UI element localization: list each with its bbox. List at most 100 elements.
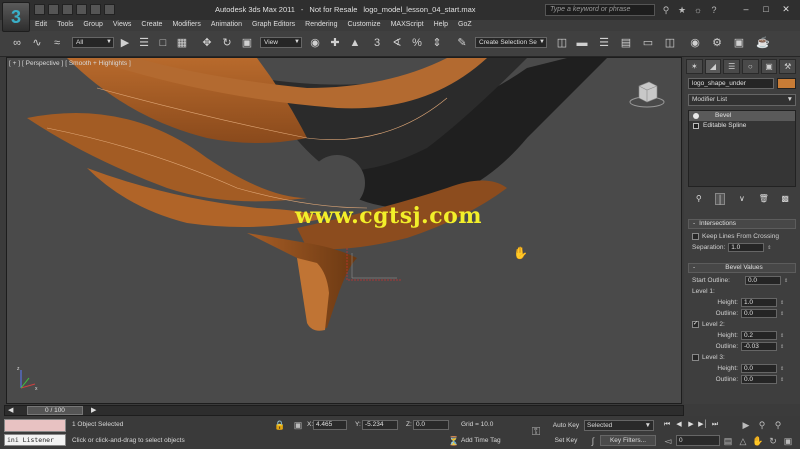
make-unique-icon[interactable]: ∨ bbox=[737, 193, 747, 205]
scale-icon[interactable]: ▣ bbox=[240, 36, 254, 50]
menu-item-graph-editors[interactable]: Graph Editors bbox=[252, 21, 295, 28]
object-name-field[interactable]: logo_shape_under bbox=[688, 78, 774, 89]
unlink-selection-icon[interactable]: ∿ bbox=[30, 36, 44, 50]
spinner-snap-icon[interactable]: ⇕ bbox=[430, 36, 444, 50]
spinner-icon[interactable]: ⇕ bbox=[780, 333, 784, 339]
remove-modifier-icon[interactable]: 🗑 bbox=[759, 193, 769, 205]
intersections-rollout-header[interactable]: - Intersections bbox=[688, 219, 796, 229]
subscription-icon[interactable]: ★ bbox=[676, 4, 688, 16]
viewport-shading-menu[interactable]: [ Smooth + Highlights ] bbox=[65, 60, 131, 67]
reference-coordinate-dropdown[interactable]: View ▼ bbox=[260, 37, 302, 48]
material-editor-icon[interactable]: ◉ bbox=[688, 36, 702, 50]
tab-modify-icon[interactable]: ◢ bbox=[704, 59, 722, 74]
mirror-icon[interactable]: ◫ bbox=[555, 36, 569, 50]
keyboard-shortcut-override-icon[interactable]: ▲ bbox=[348, 36, 362, 50]
minimize-icon[interactable]: – bbox=[737, 3, 755, 16]
schematic-view-icon[interactable]: ◫ bbox=[663, 36, 677, 50]
spinner-icon[interactable]: ⇕ bbox=[780, 366, 784, 372]
tab-motion-icon[interactable]: ○ bbox=[742, 59, 759, 74]
previous-frame-icon[interactable]: ◀ bbox=[674, 419, 684, 430]
key-mode-dropdown[interactable]: Selected ▼ bbox=[584, 420, 654, 431]
new-file-icon[interactable] bbox=[34, 4, 45, 15]
show-end-result-icon[interactable]: │ bbox=[715, 193, 726, 205]
spinner-icon[interactable]: ⇕ bbox=[780, 344, 784, 350]
tab-utilities-icon[interactable]: ⚒ bbox=[779, 59, 797, 74]
open-file-icon[interactable] bbox=[48, 4, 59, 15]
level1-height-field[interactable]: 1.0 bbox=[741, 298, 777, 307]
viewcube-icon[interactable] bbox=[627, 78, 667, 110]
absolute-mode-icon[interactable]: ▣ bbox=[292, 419, 304, 431]
search-input[interactable]: Type a keyword or phrase bbox=[545, 4, 655, 16]
menu-item-create[interactable]: Create bbox=[141, 21, 162, 28]
maximize-viewport-icon[interactable]: ▣ bbox=[782, 435, 794, 447]
select-object-icon[interactable]: ▶ bbox=[118, 36, 132, 50]
menu-item-views[interactable]: Views bbox=[113, 21, 132, 28]
undo-icon[interactable] bbox=[76, 4, 87, 15]
key-filters-icon[interactable]: ∫ bbox=[587, 435, 599, 447]
field-of-view-icon[interactable]: △ bbox=[737, 435, 749, 447]
help-icon[interactable]: ? bbox=[708, 4, 720, 16]
time-slider[interactable]: 0 / 100 bbox=[27, 406, 83, 415]
configure-modifier-sets-icon[interactable]: ▩ bbox=[780, 193, 790, 205]
y-coordinate-field[interactable]: -5.234 bbox=[362, 420, 398, 430]
tab-display-icon[interactable]: ▣ bbox=[760, 59, 778, 74]
pan-view-icon[interactable]: ✋ bbox=[752, 435, 764, 447]
stack-item-bevel[interactable]: Bevel bbox=[689, 111, 795, 121]
separation-field[interactable]: 1.0 bbox=[728, 243, 765, 252]
menu-item-animation[interactable]: Animation bbox=[211, 21, 242, 28]
key-mode-toggle-icon[interactable]: ▶ bbox=[740, 419, 752, 431]
render-production-icon[interactable]: ☕ bbox=[756, 36, 770, 50]
stack-item-editable-spline[interactable]: Editable Spline bbox=[689, 121, 795, 131]
select-manipulate-icon[interactable]: ✚ bbox=[328, 36, 342, 50]
perspective-viewport[interactable]: [ + ][ Perspective ][ Smooth + Highlight… bbox=[6, 57, 682, 404]
expand-box-icon[interactable] bbox=[693, 123, 699, 129]
add-time-tag-button[interactable]: Add Time Tag bbox=[461, 437, 501, 444]
level2-checkbox[interactable]: ✓ bbox=[692, 321, 699, 328]
level3-height-field[interactable]: 0.0 bbox=[741, 364, 777, 373]
menu-item-tools[interactable]: Tools bbox=[57, 21, 73, 28]
align-icon[interactable]: ▬ bbox=[575, 36, 589, 50]
next-frame-icon[interactable]: ▶│ bbox=[698, 419, 708, 430]
maxscript-mini-listener[interactable] bbox=[4, 419, 66, 432]
menu-item-group[interactable]: Group bbox=[83, 21, 102, 28]
viewport-label-menu[interactable]: [ + ][ Perspective ][ Smooth + Highlight… bbox=[9, 60, 133, 67]
select-and-link-icon[interactable]: ∞ bbox=[10, 36, 24, 50]
spinner-icon[interactable]: ⇕ bbox=[784, 278, 788, 284]
keep-lines-checkbox[interactable] bbox=[692, 233, 699, 240]
spinner-icon[interactable]: ⇕ bbox=[780, 300, 784, 306]
menu-item-edit[interactable]: Edit bbox=[35, 21, 47, 28]
set-key-button[interactable]: Set Key bbox=[552, 435, 580, 446]
time-slider-track[interactable]: ◀ 0 / 100 ▶ bbox=[4, 405, 684, 416]
z-coordinate-field[interactable]: 0.0 bbox=[413, 420, 449, 430]
search-icon[interactable]: ⚲ bbox=[660, 4, 672, 16]
default-key-icon[interactable]: ⚿ bbox=[530, 426, 542, 438]
key-mode-icon[interactable]: ◅ bbox=[662, 435, 674, 447]
level3-outline-field[interactable]: 0.0 bbox=[741, 375, 777, 384]
time-configuration-icon[interactable]: ▤ bbox=[722, 435, 734, 447]
menu-item-rendering[interactable]: Rendering bbox=[305, 21, 337, 28]
modifier-list-dropdown[interactable]: Modifier List ▼ bbox=[688, 94, 796, 106]
angle-snap-icon[interactable]: ∢ bbox=[390, 36, 404, 50]
move-icon[interactable]: ✥ bbox=[200, 36, 214, 50]
redo-icon[interactable] bbox=[90, 4, 101, 15]
named-selection-dropdown[interactable]: Create Selection Se ▼ bbox=[475, 37, 547, 48]
go-to-end-icon[interactable]: ⏭ bbox=[710, 419, 720, 430]
project-folder-icon[interactable] bbox=[104, 4, 115, 15]
level2-height-field[interactable]: 0.2 bbox=[741, 331, 777, 340]
app-menu-logo-icon[interactable]: 3 bbox=[2, 2, 30, 32]
pin-stack-icon[interactable]: ⚲ bbox=[694, 193, 704, 205]
menu-item-goz[interactable]: GoZ bbox=[458, 21, 472, 28]
select-by-name-icon[interactable]: ☰ bbox=[137, 36, 151, 50]
key-filters-button[interactable]: Key Filters... bbox=[600, 435, 656, 446]
maxscript-listener-input[interactable]: ini Listener bbox=[4, 434, 66, 446]
object-color-swatch[interactable] bbox=[777, 78, 796, 89]
level2-outline-field[interactable]: -0.03 bbox=[741, 342, 777, 351]
spinner-icon[interactable]: ⇕ bbox=[767, 245, 771, 251]
render-setup-icon[interactable]: ⚙ bbox=[710, 36, 724, 50]
current-frame-field[interactable]: 0 bbox=[676, 435, 720, 446]
rotate-icon[interactable]: ↻ bbox=[220, 36, 234, 50]
selection-filter-dropdown[interactable]: All ▼ bbox=[72, 37, 114, 48]
menu-item-customize[interactable]: Customize bbox=[347, 21, 380, 28]
lightbulb-icon[interactable] bbox=[693, 113, 699, 119]
next-frame-arrow-icon[interactable]: ▶ bbox=[91, 406, 96, 415]
